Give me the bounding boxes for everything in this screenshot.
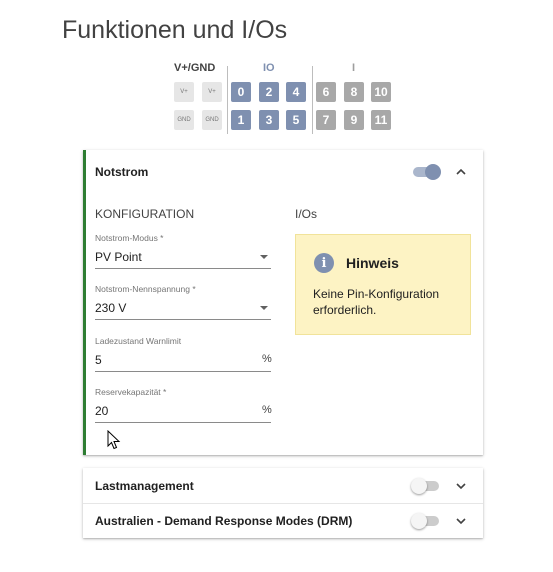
chevron-down-icon: [260, 306, 268, 310]
pin-input: 7: [316, 110, 336, 130]
pin-vplus: V+: [202, 82, 222, 102]
drm-header[interactable]: Australien - Demand Response Modes (DRM): [83, 503, 483, 538]
pin-input: 8: [344, 82, 364, 102]
pin-input: 11: [371, 110, 391, 130]
notstrom-voltage-select[interactable]: Notstrom-Nennspannung * 230 V: [95, 283, 271, 321]
pin-io: 5: [286, 110, 306, 130]
hint-text: Keine Pin-Konfiguration erforderlich.: [313, 287, 440, 317]
field-label: Notstrom-Nennspannung *: [95, 284, 196, 294]
reserve-capacity-input[interactable]: Reservekapazität * 20 %: [95, 386, 272, 424]
pin-gnd: GND: [174, 110, 194, 130]
pin-input: 10: [371, 82, 391, 102]
pin-group-io-label: IO: [263, 62, 275, 74]
field-label: Notstrom-Modus *: [95, 233, 164, 243]
percent-unit: %: [262, 404, 272, 416]
warn-limit-input[interactable]: Ladezustand Warnlimit 5 %: [95, 335, 272, 373]
chevron-down-icon[interactable]: [454, 514, 468, 528]
panel-title: Lastmanagement: [95, 479, 194, 493]
field-underline: [95, 422, 271, 423]
toggle-knob: [425, 164, 441, 180]
toggle-knob: [411, 513, 427, 529]
page-title: Funktionen und I/Os: [62, 16, 288, 44]
hint-box: i Hinweis Keine Pin-Konfiguration erford…: [295, 234, 471, 335]
notstrom-mode-select[interactable]: Notstrom-Modus * PV Point: [95, 232, 271, 270]
chevron-down-icon[interactable]: [454, 479, 468, 493]
panel-accent-bar: [83, 150, 86, 455]
pin-io: 3: [259, 110, 279, 130]
lastmanagement-toggle[interactable]: [411, 478, 441, 494]
ios-heading: I/Os: [295, 207, 318, 221]
notstrom-panel: Notstrom KONFIGURATION I/Os Notstrom-Mod…: [83, 150, 483, 455]
chevron-down-icon: [260, 255, 268, 259]
mouse-cursor-icon: [107, 430, 121, 450]
pin-io: 0: [231, 82, 251, 102]
pin-vplus: V+: [174, 82, 194, 102]
pin-group-separator: [312, 66, 313, 134]
pin-io: 1: [231, 110, 251, 130]
pin-gnd: GND: [202, 110, 222, 130]
field-label: Reservekapazität *: [95, 387, 167, 397]
pin-group-power-label: V+/GND: [174, 62, 216, 74]
toggle-knob: [411, 478, 427, 494]
lastmanagement-header[interactable]: Lastmanagement: [83, 468, 483, 503]
pin-io: 2: [259, 82, 279, 102]
field-label: Ladezustand Warnlimit: [95, 336, 182, 346]
field-underline: [95, 268, 271, 269]
field-value: 230 V: [95, 301, 127, 315]
pin-input: 6: [316, 82, 336, 102]
field-underline: [95, 319, 271, 320]
field-value: 5: [95, 353, 102, 367]
percent-unit: %: [262, 353, 272, 365]
field-underline: [95, 371, 271, 372]
pin-group-input-label: I: [352, 62, 356, 74]
pin-io: 4: [286, 82, 306, 102]
panel-title: Australien - Demand Response Modes (DRM): [95, 514, 353, 528]
hint-title: Hinweis: [346, 255, 399, 271]
panel-title: Notstrom: [95, 165, 149, 179]
drm-toggle[interactable]: [411, 513, 441, 529]
field-value: 20: [95, 404, 109, 418]
info-icon: i: [314, 253, 334, 273]
chevron-up-icon[interactable]: [454, 165, 468, 179]
pin-group-separator: [227, 66, 228, 134]
field-value: PV Point: [95, 250, 142, 264]
notstrom-toggle[interactable]: [411, 164, 441, 180]
pin-input: 9: [344, 110, 364, 130]
notstrom-header[interactable]: Notstrom: [83, 150, 483, 192]
collapsed-panels: Lastmanagement Australien - Demand Respo…: [83, 468, 483, 538]
config-heading: KONFIGURATION: [95, 207, 195, 221]
